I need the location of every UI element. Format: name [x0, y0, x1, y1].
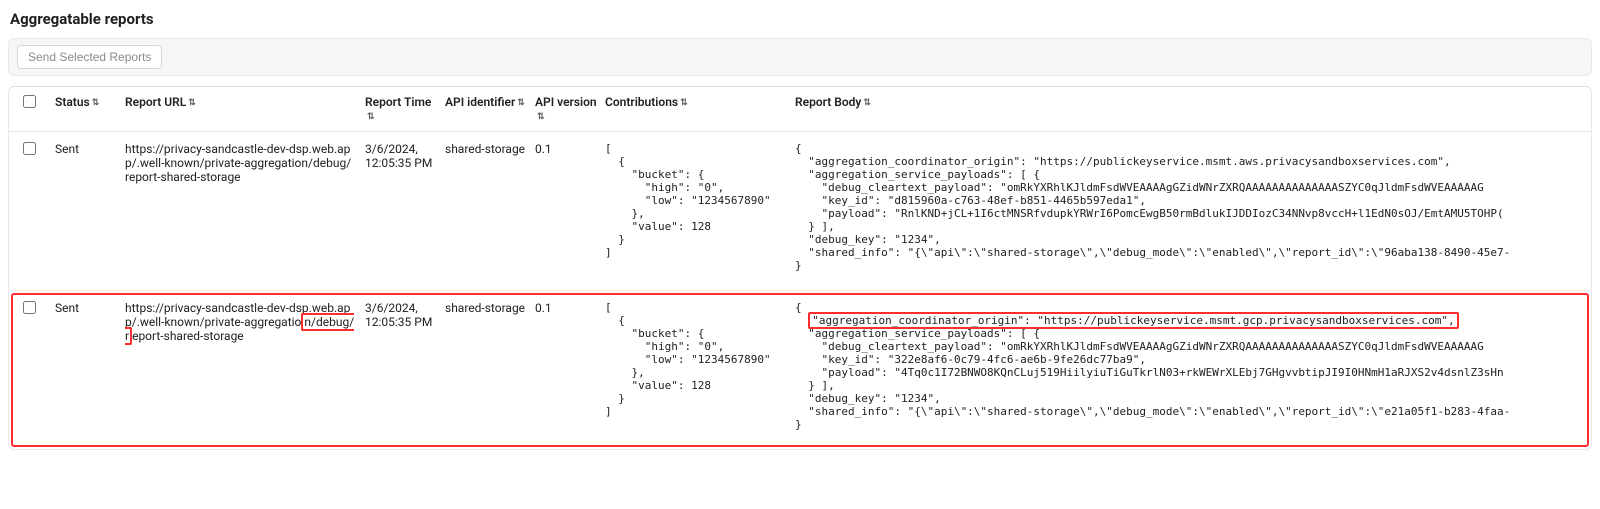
col-ver[interactable]: API version⇅ [535, 95, 605, 123]
toolbar: Send Selected Reports [8, 38, 1592, 76]
table-row: Sent https://privacy-sandcastle-dev-dsp.… [9, 132, 1591, 290]
col-api[interactable]: API identifier⇅ [445, 95, 535, 109]
row-checkbox[interactable] [23, 301, 36, 314]
cell-ver: 0.1 [535, 142, 605, 156]
sort-icon: ⇅ [92, 98, 100, 108]
send-selected-button[interactable]: Send Selected Reports [17, 45, 162, 69]
sort-icon: ⇅ [188, 98, 196, 108]
col-time[interactable]: Report Time⇅ [365, 95, 445, 123]
cell-time: 3/6/2024, 12:05:35 PM [365, 301, 445, 329]
sort-icon: ⇅ [367, 112, 375, 122]
cell-ver: 0.1 [535, 301, 605, 315]
cell-time: 3/6/2024, 12:05:35 PM [365, 142, 445, 170]
cell-contrib: [ { "bucket": { "high": "0", "low": "123… [605, 142, 795, 259]
cell-api: shared-storage [445, 301, 535, 315]
cell-body: { "aggregation_coordinator_origin": "htt… [795, 142, 1583, 272]
row-checkbox[interactable] [23, 142, 36, 155]
table-header: Status⇅ Report URL⇅ Report Time⇅ API ide… [9, 87, 1591, 132]
cell-contrib: [ { "bucket": { "high": "0", "low": "123… [605, 301, 795, 418]
cell-status: Sent [55, 142, 125, 156]
sort-icon: ⇅ [680, 98, 688, 108]
reports-table: Status⇅ Report URL⇅ Report Time⇅ API ide… [8, 86, 1592, 450]
page-title: Aggregatable reports [10, 10, 1592, 28]
cell-api: shared-storage [445, 142, 535, 156]
sort-icon: ⇅ [517, 98, 525, 108]
cell-url: https://privacy-sandcastle-dev-dsp.web.a… [125, 142, 365, 184]
col-body[interactable]: Report Body⇅ [795, 95, 1583, 109]
col-url[interactable]: Report URL⇅ [125, 95, 365, 109]
sort-icon: ⇅ [537, 112, 545, 122]
cell-status: Sent [55, 301, 125, 315]
table-row: Sent https://privacy-sandcastle-dev-dsp.… [9, 290, 1591, 449]
col-contrib[interactable]: Contributions⇅ [605, 95, 795, 109]
col-status[interactable]: Status⇅ [55, 95, 125, 109]
cell-body: { "aggregation_coordinator_origin": "htt… [795, 301, 1583, 431]
sort-icon: ⇅ [863, 98, 871, 108]
cell-url: https://privacy-sandcastle-dev-dsp.web.a… [125, 301, 365, 343]
select-all-checkbox[interactable] [23, 95, 36, 108]
